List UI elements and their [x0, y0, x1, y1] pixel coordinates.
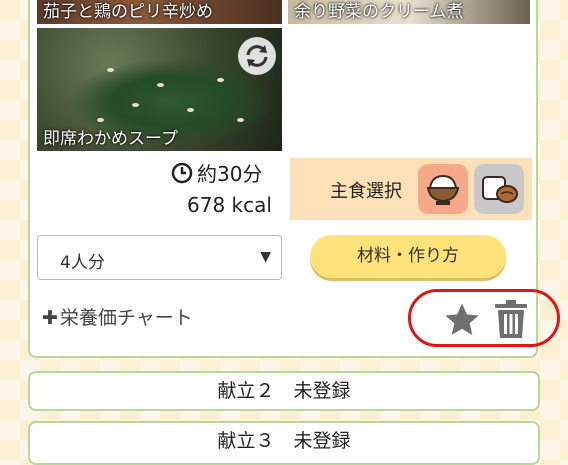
- recipe-button[interactable]: 材料・作り方: [310, 235, 506, 278]
- plus-icon: ✚: [42, 307, 58, 329]
- dish-name-3: 即席わかめスープ: [43, 129, 178, 149]
- sesame-seed: [97, 118, 104, 122]
- menu-row-2[interactable]: 献立２ 未登録: [28, 371, 540, 411]
- cook-time: 約30分: [171, 158, 262, 189]
- sesame-seed: [107, 68, 114, 72]
- servings-select[interactable]: 4人分 ▼: [37, 235, 282, 280]
- highlight-circle: [408, 289, 560, 347]
- bread-icon[interactable]: [474, 164, 524, 214]
- servings-value: 4人分: [60, 253, 105, 273]
- dropdown-arrow-icon: ▼: [260, 249, 271, 265]
- staple-label: 主食選択: [330, 181, 402, 202]
- menu-row-3[interactable]: 献立３ 未登録: [28, 421, 540, 465]
- sesame-seed: [237, 118, 244, 122]
- nutrition-chart-link[interactable]: ✚ 栄養価チャート: [42, 303, 193, 330]
- star-icon[interactable]: [442, 300, 482, 344]
- sesame-seed: [217, 78, 224, 82]
- dish-photo-2[interactable]: 余り野菜のクリーム煮: [288, 0, 530, 24]
- calories: 678 kcal: [187, 193, 272, 217]
- dish-name-1: 茄子と鶏のピリ辛炒め: [43, 2, 213, 22]
- clock-icon: [171, 162, 193, 189]
- cook-time-value: 約30分: [197, 162, 263, 186]
- dish-photo-1[interactable]: 茄子と鶏のピリ辛炒め: [37, 0, 282, 24]
- staple-select: 主食選択: [290, 158, 532, 220]
- sesame-seed: [187, 108, 194, 112]
- sesame-seed: [157, 83, 164, 87]
- trash-icon[interactable]: [493, 298, 529, 344]
- nutrition-chart-label: 栄養価チャート: [59, 307, 193, 329]
- refresh-icon[interactable]: [238, 37, 276, 75]
- dish-name-2: 余り野菜のクリーム煮: [294, 2, 464, 22]
- rice-bowl-icon[interactable]: [418, 164, 468, 214]
- sesame-seed: [132, 103, 139, 107]
